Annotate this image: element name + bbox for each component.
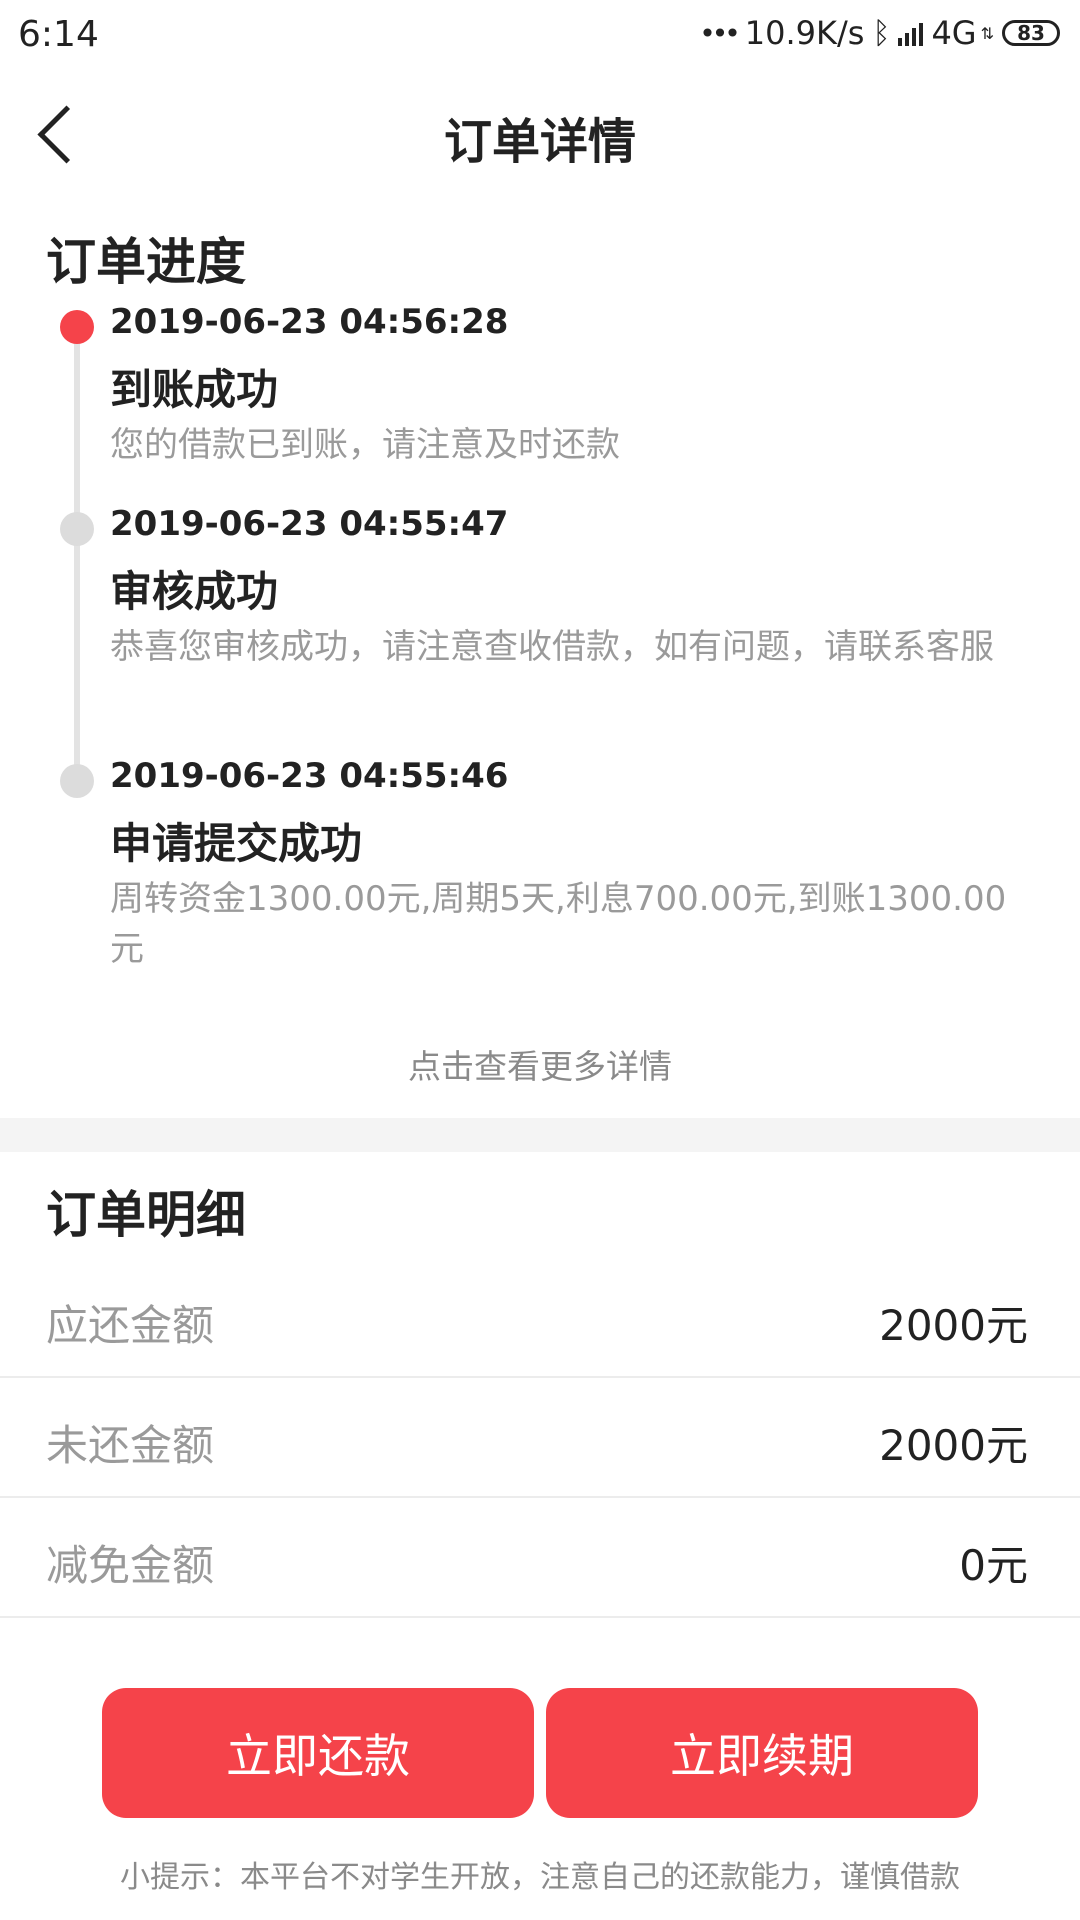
timeline-status: 到账成功	[110, 365, 279, 414]
timeline-status: 申请提交成功	[110, 819, 363, 868]
status-indicators: ••• 10.9K/s ᛒ 4G ⇅ 83	[699, 14, 1060, 52]
timeline-time: 2019-06-23 04:55:46	[110, 756, 509, 796]
timeline-desc: 您的借款已到账，请注意及时还款	[110, 425, 620, 465]
timeline-time: 2019-06-23 04:55:47	[110, 504, 509, 544]
detail-row-unpaid: 未还金额 2000元	[0, 1378, 1080, 1498]
dots-icon: •••	[699, 16, 740, 50]
timeline-dot	[60, 512, 94, 546]
timeline-line	[74, 326, 80, 782]
tip-text: 小提示：本平台不对学生开放，注意自己的还款能力，谨慎借款	[120, 1860, 960, 1895]
detail-value: 2000元	[879, 1421, 1028, 1470]
network-speed: 10.9K/s	[744, 14, 865, 52]
details-section-title: 订单明细	[46, 1186, 246, 1244]
detail-row-due: 应还金额 2000元	[0, 1258, 1080, 1378]
more-details-link[interactable]: 点击查看更多详情	[0, 1040, 1080, 1088]
battery-level: 83	[1017, 21, 1045, 45]
timeline-dot	[60, 764, 94, 798]
detail-value: 2000元	[879, 1301, 1028, 1350]
network-type: 4G	[931, 14, 977, 52]
data-arrows-icon: ⇅	[980, 23, 994, 43]
repay-now-button[interactable]: 立即还款	[102, 1688, 534, 1818]
status-bar: 6:14 ••• 10.9K/s ᛒ 4G ⇅ 83	[0, 0, 1080, 74]
timeline-time: 2019-06-23 04:56:28	[110, 302, 509, 342]
timeline-desc: 周转资金1300.00元,周期5天,利息700.00元,到账1300.00元	[110, 879, 1007, 969]
section-divider	[0, 1118, 1080, 1152]
timeline-dot-active	[60, 310, 94, 344]
detail-row-waived: 减免金额 0元	[0, 1498, 1080, 1618]
detail-label: 应还金额	[46, 1301, 215, 1350]
bluetooth-icon: ᛒ	[872, 15, 891, 51]
signal-icon	[898, 20, 924, 46]
timeline-status: 审核成功	[110, 567, 279, 616]
timeline-desc: 恭喜您审核成功，请注意查收借款，如有问题，请联系客服	[110, 627, 994, 667]
detail-label: 未还金额	[46, 1421, 215, 1470]
nav-bar: 订单详情	[0, 74, 1080, 194]
renew-now-button[interactable]: 立即续期	[546, 1688, 978, 1818]
detail-label: 减免金额	[46, 1541, 215, 1590]
battery-icon: 83	[1002, 20, 1060, 46]
progress-section-title: 订单进度	[46, 233, 246, 291]
page-title: 订单详情	[443, 114, 636, 170]
detail-value: 0元	[959, 1541, 1028, 1590]
status-time: 6:14	[18, 14, 99, 55]
